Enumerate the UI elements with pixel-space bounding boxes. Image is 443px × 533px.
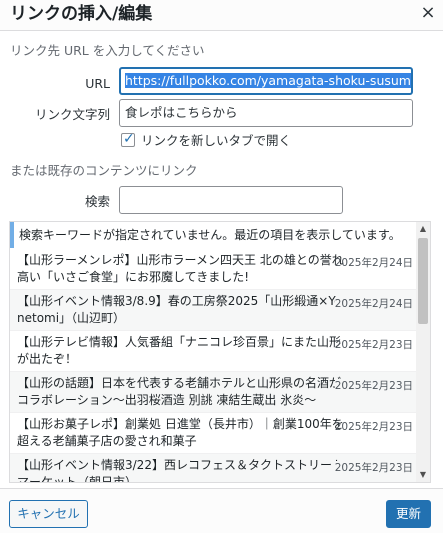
result-item-title: 【山形の話題】日本を代表する老舗ホテルと山形県の名酒がコラボレーション～出羽桜酒… [17, 376, 342, 407]
results-scrollbar[interactable]: ▲ ▼ [416, 222, 430, 482]
result-item-title: 【山形イベント情報3/22】西レコフェス＆タクトストリートマーケット（朝日市） [17, 458, 344, 483]
link-text-value: 食レポはこちらから [125, 105, 238, 120]
result-item-date: 2025年2月24日 [334, 297, 413, 311]
result-item-date: 2025年2月23日 [334, 339, 413, 351]
dialog-title: リンクの挿入/編集 [10, 4, 153, 24]
close-icon[interactable]: × [413, 0, 443, 26]
new-tab-checkbox[interactable]: ✓ [121, 131, 135, 147]
update-button[interactable]: 更新 [386, 500, 431, 528]
link-text-input[interactable]: 食レポはこちらから [119, 99, 413, 127]
result-item-title: 【山形ラーメンレポ】山形市ラーメン四天王 北の雄との誉れ高い「いさご食堂」にお邪… [17, 253, 344, 284]
url-label: URL [85, 76, 110, 91]
result-item-title: 【山形イベント情報3/8.9】春の工房祭2025「山形緞通×Yonetomi」（… [17, 294, 342, 325]
search-input[interactable] [119, 186, 343, 214]
result-item[interactable]: 【山形の話題】日本を代表する老舗ホテルと山形県の名酒がコラボレーション～出羽桜酒… [10, 372, 416, 413]
result-item[interactable]: 【山形ラーメンレポ】山形市ラーメン四天王 北の雄との誉れ高い「いさご食堂」にお邪… [10, 249, 416, 290]
result-item[interactable]: 【山形お菓子レポ】創業処 日進堂（長井市）｜創業100年を超える老舗菓子店の愛さ… [10, 413, 416, 454]
checkmark-icon: ✓ [123, 131, 135, 147]
result-item[interactable]: 【山形イベント情報3/8.9】春の工房祭2025「山形緞通×Yonetomi」（… [10, 290, 416, 331]
cancel-button[interactable]: キャンセル [9, 500, 88, 528]
result-item-title: 【山形お菓子レポ】創業処 日進堂（長井市）｜創業100年を超える老舗菓子店の愛さ… [17, 417, 344, 448]
existing-content-heading: または既存のコンテンツにリンク [10, 163, 198, 178]
url-section-heading: リンク先 URL を入力してください [10, 43, 205, 58]
scroll-up-arrow-icon[interactable]: ▲ [416, 222, 430, 236]
scrollbar-thumb[interactable] [418, 238, 428, 324]
link-text-label: リンク文字列 [34, 107, 110, 122]
url-input-value: https://fullpokko.com/yamagata-shoku-sus… [125, 73, 411, 88]
dialog-footer: キャンセル 更新 [0, 488, 443, 533]
title-bar: リンクの挿入/編集 × [0, 0, 443, 31]
result-item[interactable]: 【山形イベント情報3/22】西レコフェス＆タクトストリートマーケット（朝日市） … [10, 454, 416, 483]
result-item-date: 2025年2月23日 [334, 461, 413, 475]
search-label: 検索 [84, 194, 110, 209]
url-input[interactable]: https://fullpokko.com/yamagata-shoku-sus… [119, 67, 413, 95]
new-tab-label: リンクを新しいタブで開く [141, 133, 292, 148]
search-results: 検索キーワードが指定されていません。最近の項目を表示しています。 【山形ラーメン… [9, 221, 431, 483]
results-notice: 検索キーワードが指定されていません。最近の項目を表示しています。 [10, 222, 416, 248]
result-item[interactable]: 【山形テレビ情報】人気番組「ナニコレ珍百景」にまた山形が出たぞ！ 2025年2月… [10, 331, 416, 372]
result-item-title: 【山形テレビ情報】人気番組「ナニコレ珍百景」にまた山形が出たぞ！ [17, 335, 342, 366]
result-item-date: 2025年2月23日 [334, 379, 413, 393]
result-item-date: 2025年2月24日 [334, 257, 413, 269]
result-item-date: 2025年2月23日 [334, 421, 413, 433]
link-dialog: リンクの挿入/編集 × リンク先 URL を入力してください URL https… [0, 0, 443, 533]
scroll-down-arrow-icon[interactable]: ▼ [416, 468, 430, 482]
